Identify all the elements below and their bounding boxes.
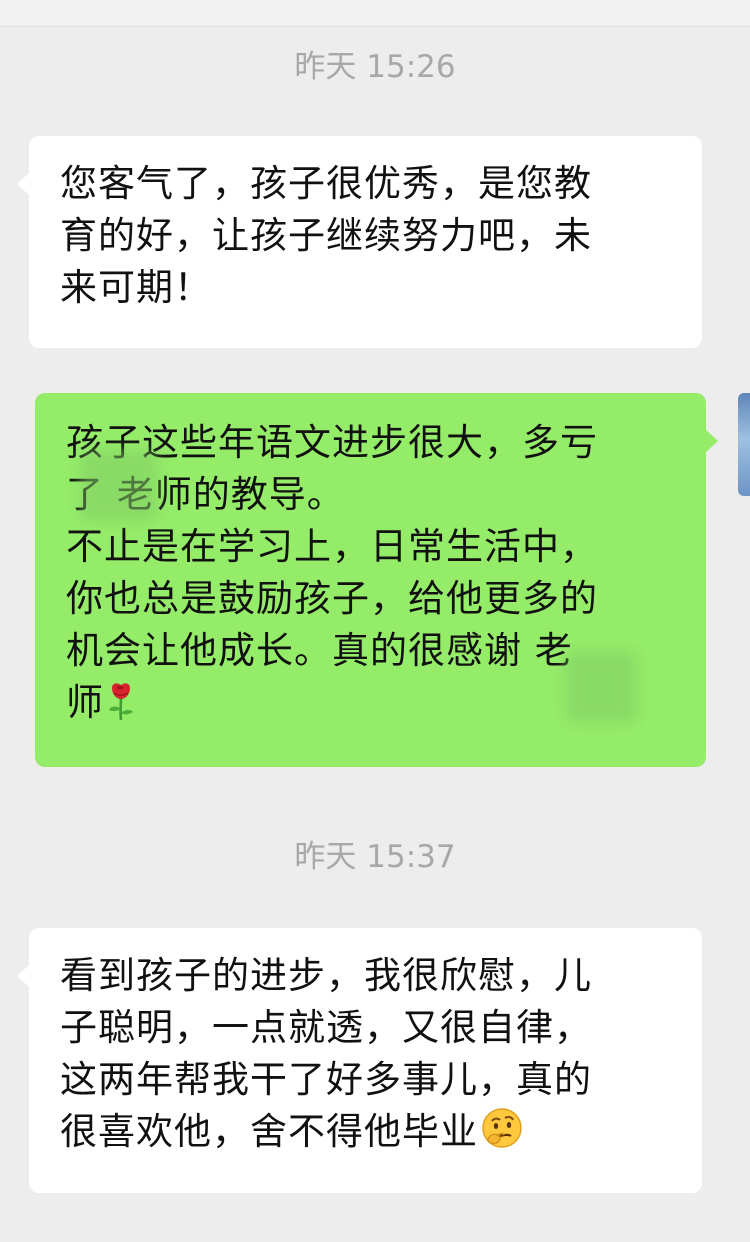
message-line: 您客气了，孩子很优秀，是您教 [60,162,592,205]
message-line: 不止是在学习上，日常生活中， [66,525,598,568]
incoming-message-bubble[interactable]: 您客气了，孩子很优秀，是您教 育的好，让孩子继续努力吧，未 来可期！ [17,136,702,348]
message-line: 子聪明，一点就透，又很自律， [60,1006,592,1049]
message-line-with-emoji: 很喜欢他，舍不得他毕业 [60,1106,682,1164]
message-line: 育的好，让孩子继续努力吧，未 [60,214,592,257]
redacted-name-blur [565,651,637,723]
incoming-message-bubble[interactable]: 看到孩子的进步，我很欣慰，儿 子聪明，一点就透，又很自律， 这两年帮我干了好多事… [17,928,702,1193]
redacted-name-blur [80,450,158,522]
timestamp: 昨天 15:26 [294,49,456,85]
user-avatar[interactable] [738,393,750,496]
rose-emoji-icon [106,681,136,735]
message-line-text: 师 [66,681,104,724]
top-status-strip [0,0,750,27]
message-line: 了 老师的教导。 [66,473,345,516]
message-line: 孩子这些年语文进步很大，多亏 [66,421,598,464]
message-line: 你也总是鼓励孩子，给他更多的 [66,577,598,620]
message-line: 看到孩子的进步，我很欣慰，儿 [60,954,592,997]
thinking-face-emoji-icon [480,1106,524,1164]
message-line: 这两年帮我干了好多事儿，真的 [60,1058,592,1101]
timestamp: 昨天 15:37 [294,839,456,875]
message-line-text: 很喜欢他，舍不得他毕业 [60,1110,478,1153]
message-line: 来可期！ [60,266,212,309]
